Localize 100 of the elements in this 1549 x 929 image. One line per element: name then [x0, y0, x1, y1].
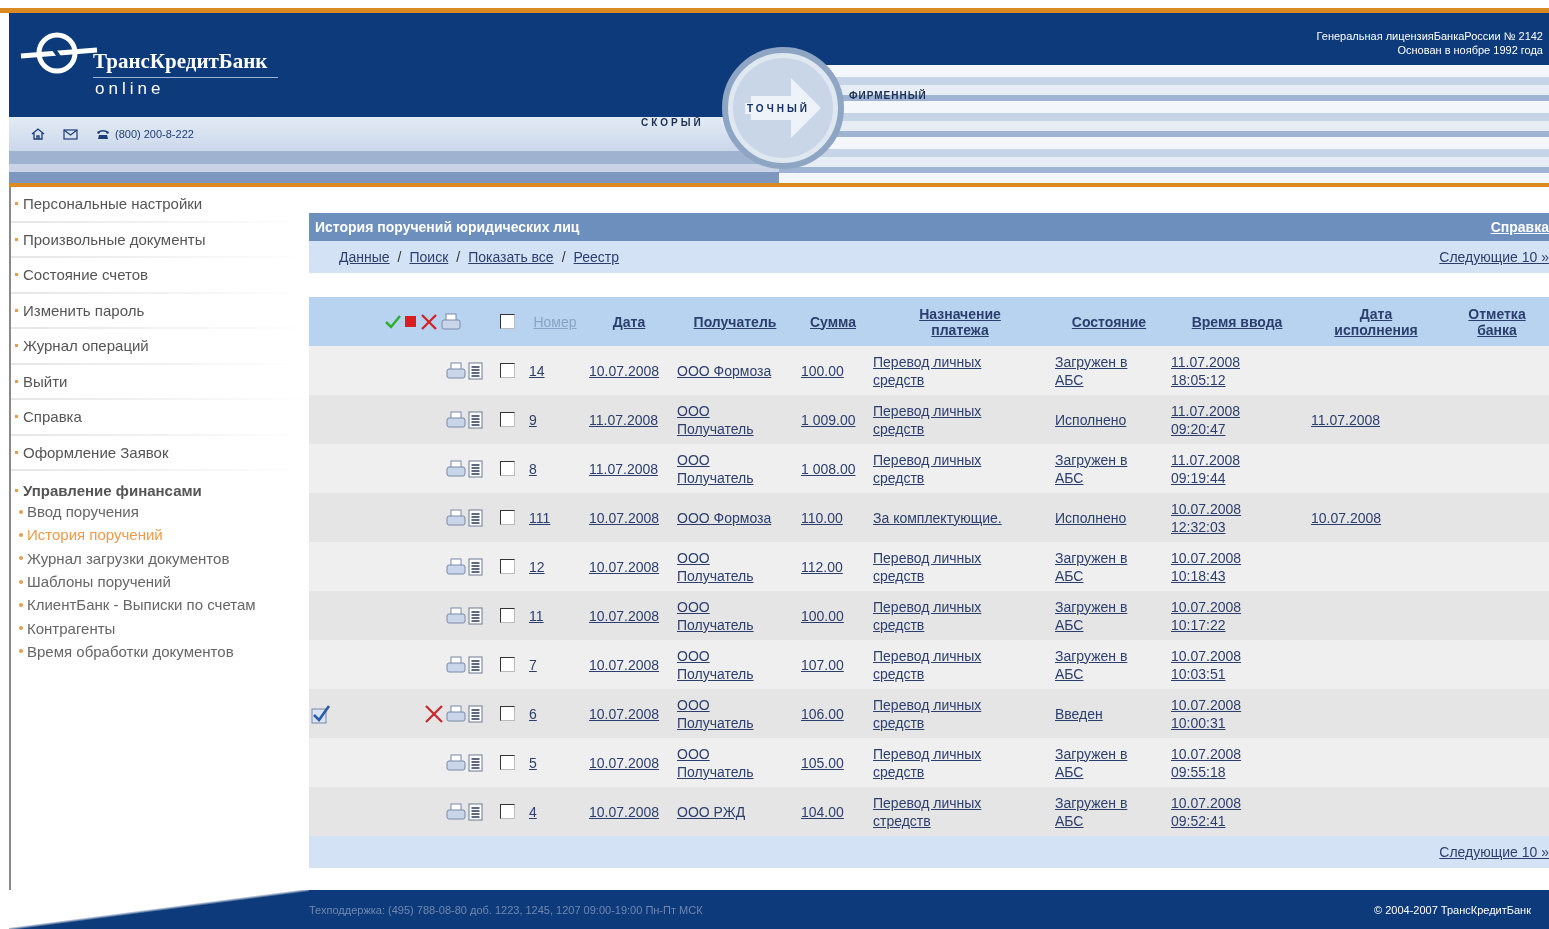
date-link[interactable]: 11.07.2008 — [589, 459, 659, 478]
sidebar-item[interactable]: Произвольные документы — [11, 230, 206, 248]
order-number-link[interactable]: 12 — [529, 557, 545, 576]
purpose-link[interactable]: Перевод личных средств — [873, 744, 1023, 781]
amount-link[interactable]: 104.00 — [801, 802, 844, 821]
sidebar-item[interactable]: Персональные настройки — [11, 195, 203, 213]
status-link[interactable]: Загружен в АБС — [1055, 352, 1145, 389]
column-header[interactable]: Сумма — [810, 313, 856, 330]
document-icon[interactable] — [468, 557, 483, 576]
status-link[interactable]: Введен — [1055, 704, 1103, 723]
column-header[interactable]: Отметка банка — [1462, 305, 1532, 338]
entry-time-link[interactable]: 10.07.2008 10:03:51 — [1171, 646, 1253, 683]
printer-icon[interactable] — [446, 410, 466, 429]
column-header[interactable]: Дата — [612, 313, 646, 330]
recipient-link[interactable]: ООО Получатель — [677, 646, 785, 683]
amount-link[interactable]: 107.00 — [801, 655, 844, 674]
date-link[interactable]: 10.07.2008 — [589, 508, 660, 527]
printer-icon[interactable] — [441, 312, 461, 331]
delete-icon[interactable] — [424, 703, 444, 724]
purpose-link[interactable]: За комплектующие. — [873, 508, 1002, 527]
row-checkbox[interactable] — [499, 559, 515, 574]
date-link[interactable]: 10.07.2008 — [589, 361, 660, 380]
order-number-link[interactable]: 111 — [529, 508, 551, 527]
sidebar-item[interactable]: Состояние счетов — [11, 266, 149, 284]
sidebar-subitem[interactable]: Журнал загрузки документов — [11, 546, 309, 570]
status-link[interactable]: Загружен в АБС — [1055, 548, 1145, 585]
amount-link[interactable]: 106.00 — [801, 704, 844, 723]
sidebar-item[interactable]: Оформление Заявок — [11, 443, 169, 461]
date-link[interactable]: 10.07.2008 — [589, 704, 660, 723]
order-number-link[interactable]: 5 — [529, 753, 537, 772]
document-icon[interactable] — [468, 802, 483, 821]
entry-time-link[interactable]: 11.07.2008 09:20:47 — [1171, 401, 1253, 438]
entry-time-link[interactable]: 10.07.2008 10:00:31 — [1171, 695, 1253, 732]
printer-icon[interactable] — [446, 508, 466, 527]
sidebar-subitem[interactable]: Ввод поручения — [11, 500, 309, 524]
check-icon[interactable] — [385, 314, 401, 329]
entry-time-link[interactable]: 10.07.2008 10:18:43 — [1171, 548, 1253, 585]
stop-icon[interactable] — [404, 315, 417, 328]
recipient-link[interactable]: ООО РЖД — [677, 802, 746, 821]
purpose-link[interactable]: Перевод личных средств — [873, 597, 1023, 634]
status-link[interactable]: Загружен в АБС — [1055, 597, 1145, 634]
document-icon[interactable] — [468, 753, 483, 772]
recipient-link[interactable]: ООО Получатель — [677, 401, 785, 438]
order-number-link[interactable]: 11 — [529, 606, 544, 625]
row-checkbox[interactable] — [499, 412, 515, 427]
sidebar-item[interactable]: Изменить пароль — [11, 301, 145, 319]
document-icon[interactable] — [468, 655, 483, 674]
recipient-link[interactable]: ООО Получатель — [677, 450, 785, 487]
row-checkbox[interactable] — [499, 461, 515, 476]
document-icon[interactable] — [468, 508, 483, 527]
delete-icon[interactable] — [420, 312, 438, 331]
date-link[interactable]: 10.07.2008 — [589, 753, 660, 772]
recipient-link[interactable]: ООО Формоза — [677, 508, 772, 527]
entry-time-link[interactable]: 10.07.2008 09:55:18 — [1171, 744, 1253, 781]
date-link[interactable]: 11.07.2008 — [589, 410, 659, 429]
date-link[interactable]: 10.07.2008 — [589, 557, 660, 576]
purpose-link[interactable]: Перевод личных средств — [873, 352, 1023, 389]
execution-date-link[interactable]: 11.07.2008 — [1311, 410, 1381, 429]
sidebar-subitem[interactable]: Время обработки документов — [11, 639, 309, 664]
nav-link[interactable]: Поиск — [409, 249, 449, 265]
printer-icon[interactable] — [446, 606, 466, 625]
purpose-link[interactable]: Перевод личных стредств — [873, 793, 1023, 830]
execution-date-link[interactable]: 10.07.2008 — [1311, 508, 1382, 527]
sidebar-item[interactable]: Журнал операций — [11, 337, 149, 355]
recipient-link[interactable]: ООО Получатель — [677, 744, 785, 781]
printer-icon[interactable] — [446, 704, 466, 723]
document-icon[interactable] — [468, 410, 483, 429]
order-number-link[interactable]: 14 — [529, 361, 545, 380]
order-number-link[interactable]: 8 — [529, 459, 537, 478]
recipient-link[interactable]: ООО Формоза — [677, 361, 772, 380]
nav-link[interactable]: Данные — [339, 249, 390, 265]
date-link[interactable]: 10.07.2008 — [589, 655, 660, 674]
entry-time-link[interactable]: 10.07.2008 09:52:41 — [1171, 793, 1253, 830]
column-header[interactable]: Дата исполнения — [1321, 305, 1431, 338]
sidebar-subitem[interactable]: Контрагенты — [11, 616, 309, 640]
select-all-checkbox[interactable] — [499, 314, 515, 329]
entry-time-link[interactable]: 10.07.2008 10:17:22 — [1171, 597, 1253, 634]
amount-link[interactable]: 1 008.00 — [801, 459, 856, 478]
next-page-link[interactable]: Следующие 10 » — [1439, 844, 1549, 860]
document-icon[interactable] — [468, 459, 483, 478]
status-link[interactable]: Загружен в АБС — [1055, 744, 1145, 781]
column-header[interactable]: Состояние — [1071, 313, 1147, 330]
document-icon[interactable] — [468, 704, 483, 723]
document-icon[interactable] — [468, 361, 483, 380]
date-link[interactable]: 10.07.2008 — [589, 802, 660, 821]
sidebar-subitem[interactable]: Шаблоны поручений — [11, 569, 309, 594]
amount-link[interactable]: 112.00 — [801, 557, 843, 576]
mail-icon[interactable] — [63, 128, 78, 140]
purpose-link[interactable]: Перевод личных средств — [873, 646, 1023, 683]
recipient-link[interactable]: ООО Получатель — [677, 695, 785, 732]
column-header[interactable]: Назначение платежа — [905, 305, 1015, 338]
order-number-link[interactable]: 4 — [529, 802, 537, 821]
sidebar-item[interactable]: Выйти — [11, 372, 68, 390]
sidebar-section-title[interactable]: Управление финансами — [11, 480, 309, 500]
amount-link[interactable]: 100.00 — [801, 606, 844, 625]
status-link[interactable]: Загружен в АБС — [1055, 450, 1145, 487]
row-checkbox[interactable] — [499, 363, 515, 378]
row-checkbox[interactable] — [499, 510, 515, 525]
purpose-link[interactable]: Перевод личных средств — [873, 695, 1023, 732]
entry-time-link[interactable]: 10.07.2008 12:32:03 — [1171, 499, 1253, 536]
